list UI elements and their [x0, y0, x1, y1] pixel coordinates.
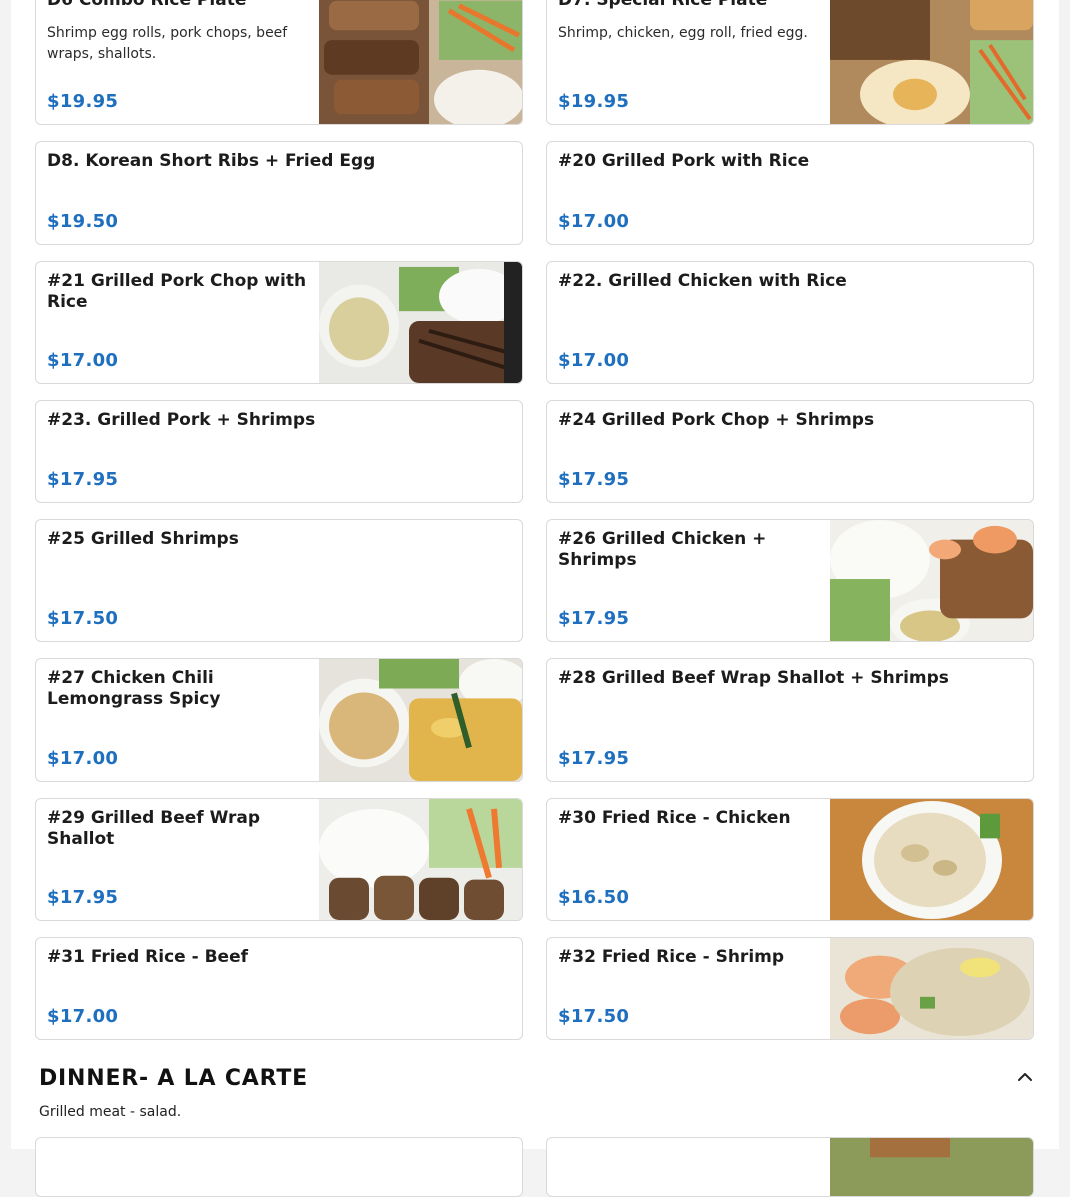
item-name: #30 Fried Rice - Chicken: [558, 808, 791, 828]
item-price: $17.50: [47, 608, 119, 629]
menu-page: D6 Combo Rice Plate Shrimp egg rolls, po…: [11, 0, 1059, 1197]
item-price: $17.00: [558, 350, 630, 371]
item-name: #24 Grilled Pork Chop + Shrimps: [558, 410, 875, 430]
item-name: #21 Grilled Pork Chop with Rice: [47, 271, 307, 312]
menu-item-23[interactable]: #23. Grilled Pork + Shrimps $17.95: [35, 400, 523, 503]
item-photo: [830, 1138, 1033, 1196]
item-photo: [319, 0, 522, 124]
collapse-section-button[interactable]: [1011, 1066, 1039, 1088]
item-name: D7. Special Rice Plate: [558, 0, 768, 10]
item-price: $17.00: [47, 350, 119, 371]
item-name: #20 Grilled Pork with Rice: [558, 151, 810, 171]
item-name: D6 Combo Rice Plate: [47, 0, 247, 10]
item-name: #26 Grilled Chicken + Shrimps: [558, 529, 767, 570]
item-name: #31 Fried Rice - Beef: [47, 947, 249, 967]
menu-item-30[interactable]: #30 Fried Rice - Chicken $16.50: [546, 798, 1034, 921]
menu-item-partial-right[interactable]: [546, 1137, 1034, 1197]
menu-item-26[interactable]: #26 Grilled Chicken + Shrimps $17.95: [546, 519, 1034, 642]
menu-item-20[interactable]: #20 Grilled Pork with Rice $17.00: [546, 141, 1034, 245]
item-price: $19.95: [558, 91, 630, 112]
item-price: $17.95: [558, 469, 630, 490]
item-name: #22. Grilled Chicken with Rice: [558, 271, 847, 291]
menu-item-29[interactable]: #29 Grilled Beef Wrap Shallot $17.95: [35, 798, 523, 921]
item-price: $17.95: [558, 608, 630, 629]
item-price: $17.00: [558, 211, 630, 232]
item-name: #27 Chicken Chili Lemongrass Spicy: [47, 668, 221, 709]
section-title: DINNER- A LA CARTE: [39, 1066, 308, 1091]
item-name: #25 Grilled Shrimps: [47, 529, 239, 549]
menu-item-32[interactable]: #32 Fried Rice - Shrimp $17.50: [546, 937, 1034, 1040]
menu-item-25[interactable]: #25 Grilled Shrimps $17.50: [35, 519, 523, 642]
menu-item-27[interactable]: #27 Chicken Chili Lemongrass Spicy $17.0…: [35, 658, 523, 782]
item-price: $17.95: [47, 887, 119, 908]
item-price: $16.50: [558, 887, 630, 908]
item-description: Shrimp egg rolls, pork chops, beef wraps…: [47, 24, 288, 62]
item-photo: [830, 520, 1033, 641]
menu-item-partial-left[interactable]: [35, 1137, 523, 1197]
item-price: $17.50: [558, 1006, 630, 1027]
section-subtitle: Grilled meat - salad.: [39, 1104, 182, 1120]
item-price: $17.95: [47, 469, 119, 490]
item-description: Shrimp, chicken, egg roll, fried egg.: [558, 24, 808, 41]
item-price: $17.95: [558, 748, 630, 769]
item-name: #23. Grilled Pork + Shrimps: [47, 410, 316, 430]
chevron-up-icon: [1018, 1073, 1032, 1081]
item-name: #28 Grilled Beef Wrap Shallot + Shrimps: [558, 668, 949, 688]
item-photo: [319, 659, 522, 781]
item-price: $19.50: [47, 211, 119, 232]
menu-item-d8[interactable]: D8. Korean Short Ribs + Fried Egg $19.50: [35, 141, 523, 245]
item-photo: [319, 799, 522, 920]
menu-item-31[interactable]: #31 Fried Rice - Beef $17.00: [35, 937, 523, 1040]
menu-item-21[interactable]: #21 Grilled Pork Chop with Rice $17.00: [35, 261, 523, 384]
menu-item-28[interactable]: #28 Grilled Beef Wrap Shallot + Shrimps …: [546, 658, 1034, 782]
item-photo: [830, 938, 1033, 1039]
item-photo: [830, 799, 1033, 920]
menu-item-22[interactable]: #22. Grilled Chicken with Rice $17.00: [546, 261, 1034, 384]
menu-item-24[interactable]: #24 Grilled Pork Chop + Shrimps $17.95: [546, 400, 1034, 503]
item-name: D8. Korean Short Ribs + Fried Egg: [47, 151, 376, 171]
item-name: #32 Fried Rice - Shrimp: [558, 947, 785, 967]
menu-item-d6[interactable]: D6 Combo Rice Plate Shrimp egg rolls, po…: [35, 0, 523, 125]
section-header-dinner-a-la-carte: DINNER- A LA CARTE Grilled meat - salad.: [39, 1066, 1039, 1120]
item-photo: [319, 262, 522, 383]
item-price: $19.95: [47, 91, 119, 112]
menu-item-d7[interactable]: D7. Special Rice Plate Shrimp, chicken, …: [546, 0, 1034, 125]
item-name: #29 Grilled Beef Wrap Shallot: [47, 808, 261, 849]
item-price: $17.00: [47, 1006, 119, 1027]
item-photo: [830, 0, 1033, 124]
item-price: $17.00: [47, 748, 119, 769]
